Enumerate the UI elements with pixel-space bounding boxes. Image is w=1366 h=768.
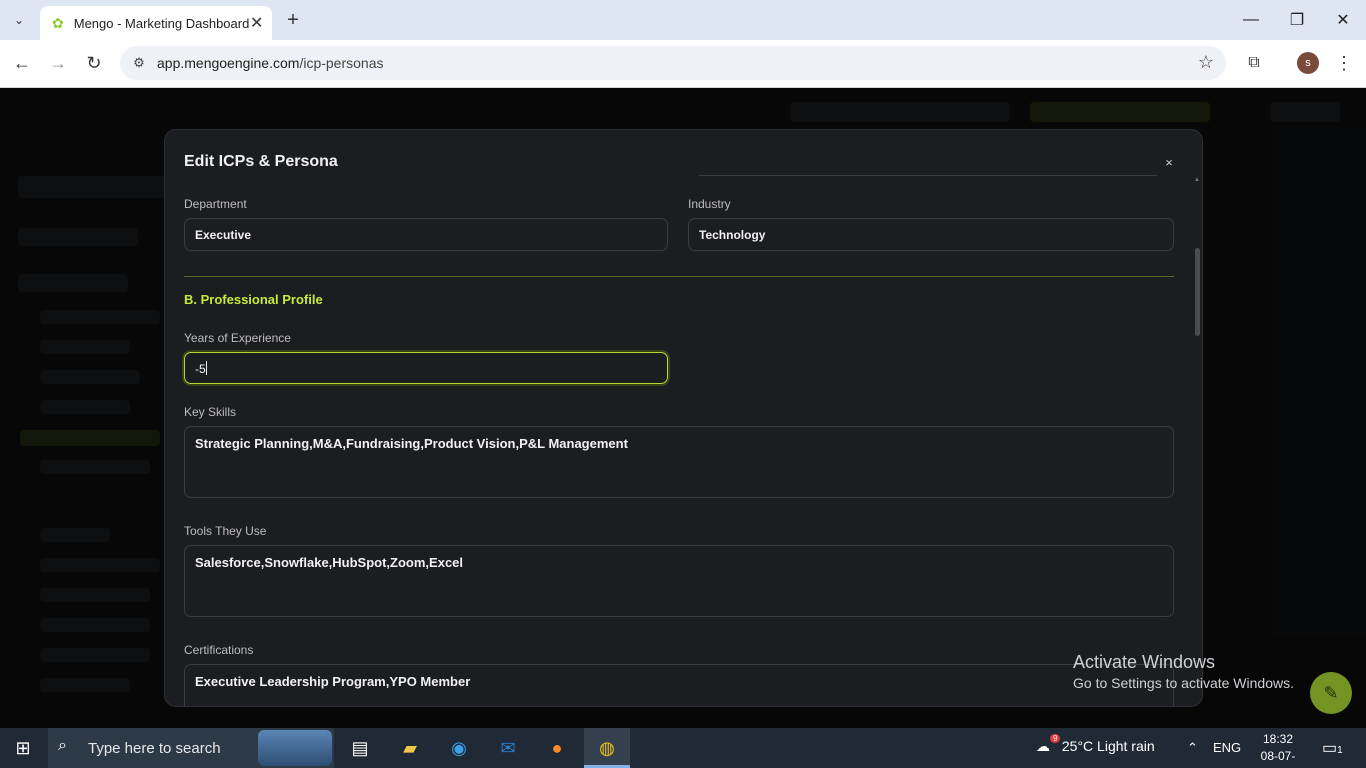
file-explorer-icon[interactable]: ▰ — [396, 734, 424, 762]
chat-fab-button[interactable]: ✎ — [1310, 672, 1352, 714]
years-experience-label: Years of Experience — [184, 331, 291, 345]
certifications-textarea[interactable]: Executive Leadership Program,YPO Member — [184, 664, 1174, 706]
department-field[interactable]: Executive — [184, 218, 668, 251]
minimize-icon[interactable]: — — [1228, 0, 1274, 40]
search-icon: ⌕ — [58, 737, 67, 754]
activate-line2: Go to Settings to activate Windows. — [1073, 675, 1294, 691]
browser-toolbar: ← → ↻ ⚙ app.mengoengine.com/icp-personas… — [0, 40, 1366, 88]
tools-label: Tools They Use — [184, 524, 267, 538]
back-arrow-icon[interactable]: ← — [8, 50, 36, 76]
browser-menu-icon[interactable]: ⋮ — [1334, 50, 1354, 76]
extensions-puzzle-icon[interactable]: ⧉ — [1242, 51, 1266, 75]
edge-browser-icon[interactable]: ◉ — [445, 734, 473, 762]
taskbar-clock[interactable]: 18:32 08-07-2026 — [1248, 731, 1308, 768]
certifications-label: Certifications — [184, 643, 254, 657]
mengo-favicon-icon: ✿ — [52, 14, 64, 31]
restore-icon[interactable]: ❐ — [1274, 0, 1320, 40]
outlook-icon[interactable]: ✉ — [494, 734, 522, 762]
activate-line1: Activate Windows — [1073, 652, 1216, 672]
address-bar[interactable]: ⚙ app.mengoengine.com/icp-personas ☆ — [120, 46, 1226, 80]
modal-scrollbar-thumb[interactable] — [1195, 248, 1200, 336]
task-view-icon[interactable]: ▤ — [346, 734, 374, 762]
department-label: Department — [184, 197, 247, 211]
certifications-value: Executive Leadership Program,YPO Member — [195, 674, 471, 689]
search-highlight-image — [258, 730, 332, 766]
key-skills-value: Strategic Planning,M&A,Fundraising,Produ… — [195, 436, 628, 451]
weather-widget[interactable]: ☁ 9 25°C Light rain — [1036, 734, 1155, 755]
weather-text: 25°C Light rain — [1061, 738, 1155, 754]
modal-close-icon[interactable]: × — [1163, 154, 1175, 170]
windows-start-icon[interactable]: ⊞ — [10, 736, 36, 760]
profile-avatar[interactable]: s — [1297, 52, 1319, 74]
department-value: Executive — [195, 228, 252, 242]
notification-center-icon[interactable]: ▭1 — [1322, 738, 1343, 758]
browser-tab-active[interactable]: ✿ Mengo - Marketing Dashboard ✕ — [40, 6, 272, 40]
tab-close-icon[interactable]: ✕ — [249, 13, 264, 33]
tools-value: Salesforce,Snowflake,HubSpot,Zoom,Excel — [195, 555, 464, 570]
modal-title: Edit ICPs & Persona — [184, 153, 338, 170]
industry-label: Industry — [688, 197, 731, 211]
cloud-rain-icon: ☁ — [1036, 738, 1050, 754]
url-text: app.mengoengine.com/icp-personas — [157, 55, 384, 71]
tab-title: Mengo - Marketing Dashboard — [73, 15, 250, 31]
industry-field[interactable]: Technology — [688, 218, 1174, 251]
firefox-icon[interactable]: ● — [543, 734, 571, 762]
taskbar-search[interactable]: ⌕ Type here to search — [48, 728, 334, 768]
tray-chevron-icon[interactable]: ⌃ — [1187, 740, 1198, 756]
new-tab-plus-icon[interactable]: + — [282, 8, 304, 32]
window-close-icon[interactable]: ✕ — [1320, 0, 1366, 40]
key-skills-label: Key Skills — [184, 405, 237, 419]
reload-icon[interactable]: ↻ — [80, 50, 108, 76]
site-settings-icon[interactable]: ⚙ — [130, 54, 148, 72]
section-b-title: B. Professional Profile — [184, 292, 323, 307]
text-caret — [205, 361, 207, 375]
chrome-taskbar-button[interactable]: ◍ — [584, 728, 630, 768]
chrome-icon: ◍ — [599, 737, 615, 758]
activate-windows-watermark: Activate Windows Go to Settings to activ… — [1073, 652, 1294, 691]
scroll-up-arrow-icon[interactable]: ▲ — [1194, 177, 1200, 183]
notification-count: 1 — [1337, 745, 1343, 756]
divider — [699, 175, 1157, 176]
edit-icp-modal: Edit ICPs & Persona × ▲ Department Execu… — [164, 129, 1203, 707]
clock-time: 18:32 — [1262, 732, 1294, 746]
industry-value: Technology — [699, 228, 766, 242]
section-divider — [184, 276, 1174, 277]
forward-arrow-icon[interactable]: → — [44, 50, 72, 76]
years-experience-value: -5 — [195, 361, 207, 376]
weather-badge: 9 — [1050, 734, 1061, 743]
tools-textarea[interactable]: Salesforce,Snowflake,HubSpot,Zoom,Excel — [184, 545, 1174, 617]
years-experience-input[interactable]: -5 — [184, 352, 668, 384]
taskbar-search-placeholder: Type here to search — [88, 740, 221, 757]
bookmark-star-icon[interactable]: ☆ — [1198, 52, 1214, 73]
windows-taskbar: ⊞ ⌕ Type here to search ▤ ▰ ◉ ✉ ● ◍ ☁ 9 … — [0, 728, 1366, 768]
tab-search-chevron-icon[interactable]: ⌄ — [6, 8, 32, 32]
browser-tabstrip: ⌄ ✿ Mengo - Marketing Dashboard ✕ + — ❐ … — [0, 0, 1366, 40]
clock-date: 08-07-2026 — [1260, 749, 1296, 768]
key-skills-textarea[interactable]: Strategic Planning,M&A,Fundraising,Produ… — [184, 426, 1174, 498]
language-indicator[interactable]: ENG — [1213, 740, 1241, 755]
